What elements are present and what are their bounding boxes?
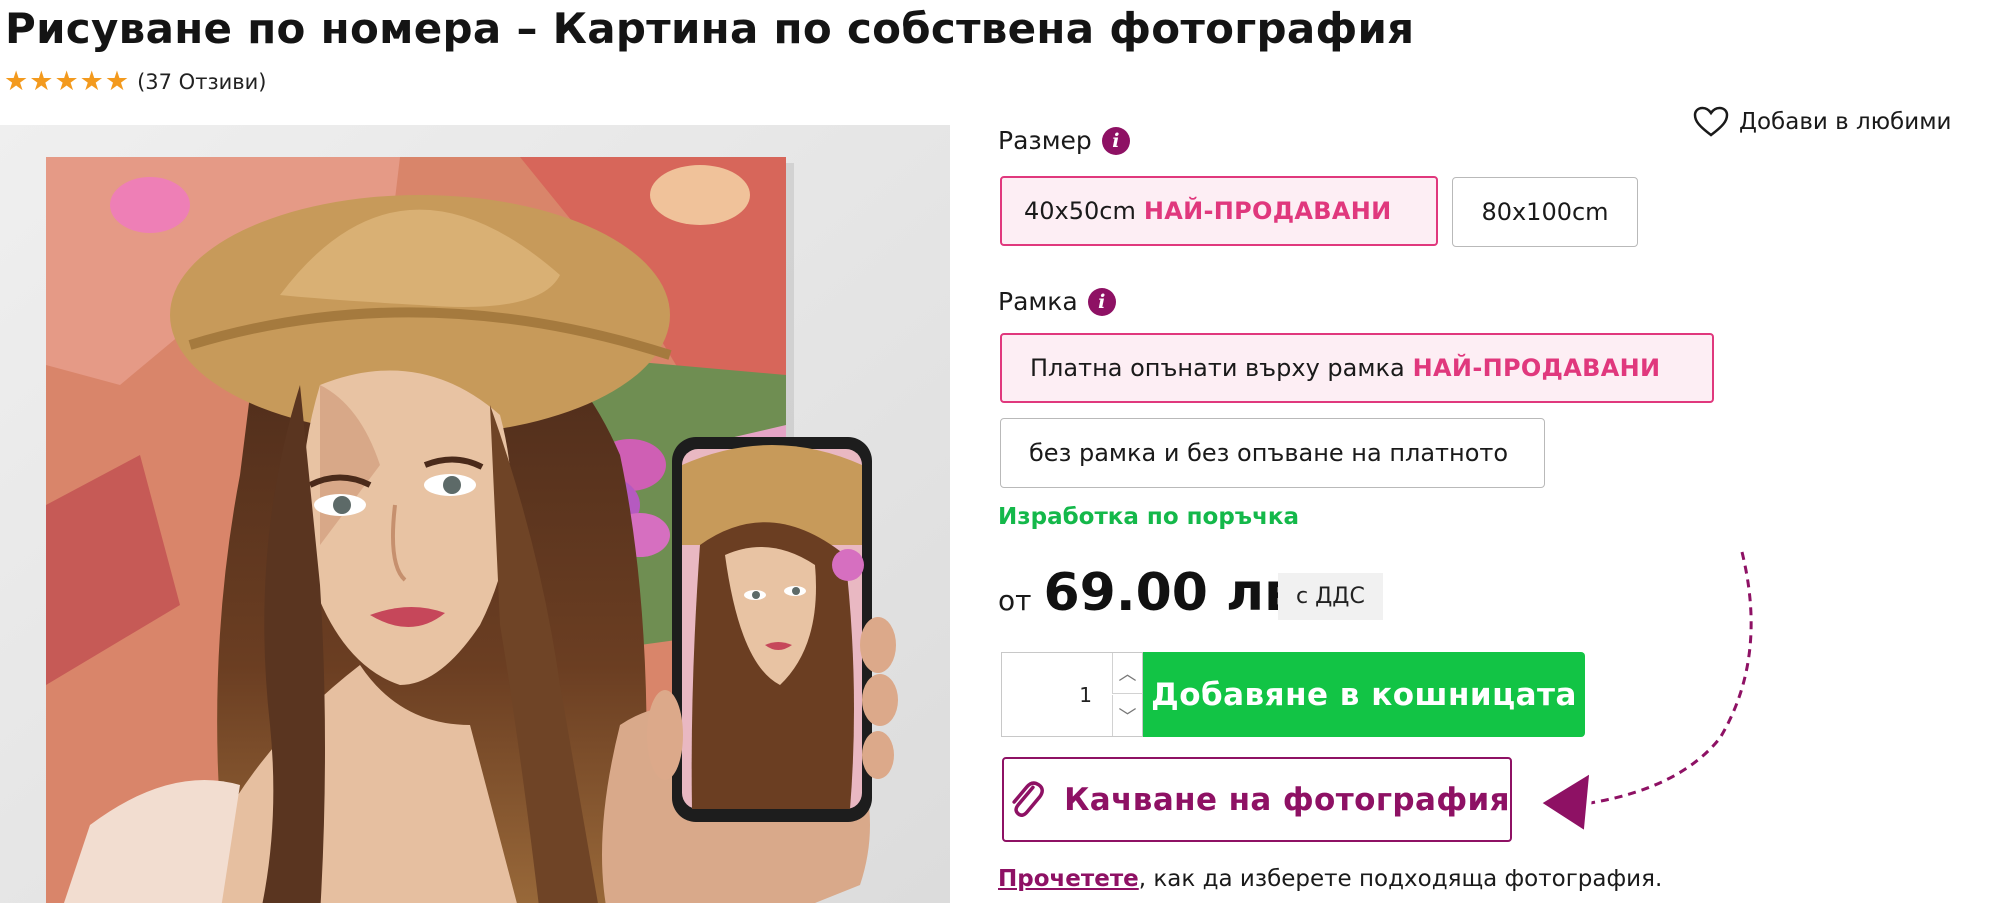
star-icon: ★: [4, 66, 29, 97]
product-rating[interactable]: ★ ★ ★ ★ ★ (37 Отзиви): [4, 68, 266, 96]
heart-icon: [1693, 106, 1729, 137]
upload-photo-button[interactable]: Качване на фотография: [1002, 757, 1512, 842]
reviews-count[interactable]: (37 Отзиви): [137, 70, 266, 94]
option-label: без рамка и без опъване на платното: [1029, 439, 1509, 467]
price-value: 69.00 лв: [1043, 563, 1298, 623]
vat-badge: с ДДС: [1278, 573, 1383, 620]
photo-guide-text: Прочетете, как да изберете подходяща фот…: [998, 866, 1662, 892]
info-icon[interactable]: i: [1087, 287, 1116, 316]
frame-label: Рамка i: [998, 287, 1116, 316]
chevron-down-icon[interactable]: ﹀: [1112, 695, 1142, 736]
price: от 69.00 лв: [998, 563, 1297, 623]
chevron-up-icon[interactable]: ︿: [1112, 653, 1142, 694]
option-label: 40x50cm: [1024, 197, 1136, 225]
star-icon: ★: [54, 66, 79, 97]
star-icon: ★: [104, 66, 130, 97]
star-icon: ★: [79, 66, 104, 97]
rating-stars: ★ ★ ★ ★ ★: [4, 68, 129, 96]
painting-illustration: [0, 125, 950, 903]
price-prefix: от: [998, 584, 1032, 617]
add-to-cart-button[interactable]: Добавяне в кошницата: [1143, 652, 1585, 737]
quantity-stepper[interactable]: 1 ︿ ﹀: [1001, 652, 1143, 737]
paperclip-icon: [1012, 780, 1045, 817]
wishlist-label: Добави в любими: [1739, 109, 1952, 135]
frame-option-stretched[interactable]: Платна опънати върху рамка НАЙ-ПРОДАВАНИ: [1000, 333, 1714, 403]
size-label: Размер i: [998, 126, 1130, 155]
info-icon[interactable]: i: [1101, 126, 1130, 155]
upload-label: Качване на фотография: [1064, 781, 1510, 818]
size-option-80x100[interactable]: 80x100cm: [1452, 177, 1638, 247]
availability-status: Изработка по поръчка: [998, 504, 1299, 530]
quantity-input[interactable]: 1: [1002, 653, 1114, 736]
option-label: Платна опънати върху рамка: [1030, 354, 1405, 382]
pointer-arrow-icon: [1535, 548, 1756, 837]
bestseller-badge: НАЙ-ПРОДАВАНИ: [1412, 354, 1661, 382]
read-guide-link[interactable]: Прочетете: [998, 866, 1139, 892]
frame-option-none[interactable]: без рамка и без опъване на платното: [1000, 418, 1545, 488]
product-image[interactable]: [0, 125, 950, 903]
product-title: Рисуване по номера – Картина по собствен…: [5, 4, 1415, 53]
size-option-40x50[interactable]: 40x50cm НАЙ-ПРОДАВАНИ: [1000, 176, 1438, 246]
bestseller-badge: НАЙ-ПРОДАВАНИ: [1143, 197, 1392, 225]
star-icon: ★: [29, 66, 54, 97]
option-label: 80x100cm: [1481, 198, 1609, 226]
photo-guide-rest: , как да изберете подходяща фотография.: [1138, 866, 1663, 892]
wishlist-button[interactable]: Добави в любими: [1693, 106, 1952, 138]
